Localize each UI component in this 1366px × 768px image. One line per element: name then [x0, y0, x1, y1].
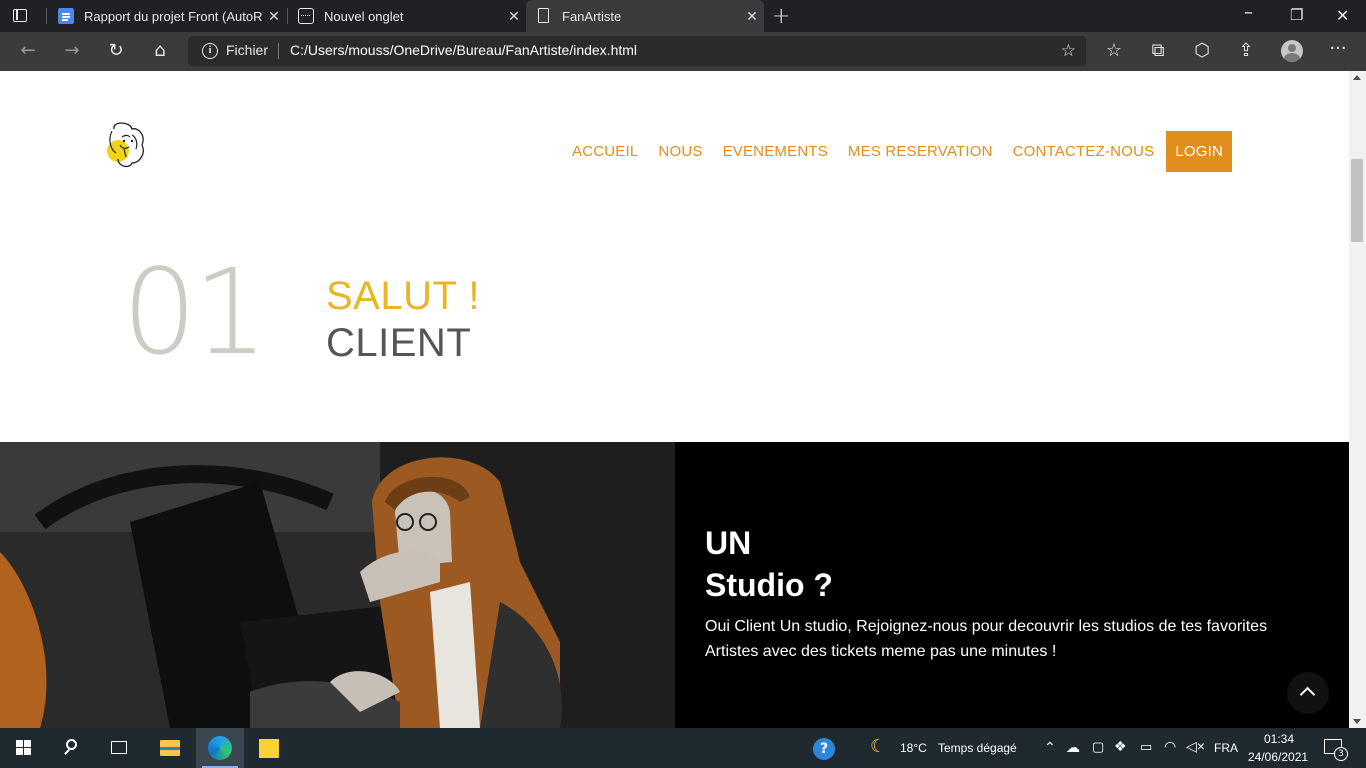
nav-mes-reservation[interactable]: MES RESERVATION [848, 143, 993, 160]
address-scheme-label: Fichier [226, 42, 269, 58]
edge-taskbar-button[interactable] [196, 728, 244, 768]
browser-toolbar: ← → ↻ ⌂ i Fichier C:/Users/mouss/OneDriv… [0, 32, 1366, 71]
tab-rapport[interactable]: Rapport du projet Front (AutoRe ✕ [48, 0, 286, 32]
address-url[interactable]: C:/Users/mouss/OneDrive/Bureau/FanArtist… [290, 42, 637, 58]
profile-avatar[interactable] [1281, 40, 1303, 62]
client-heading: CLIENT [326, 321, 472, 365]
task-view-button[interactable] [96, 728, 144, 768]
chevron-up-icon [1299, 686, 1316, 703]
tab-title: FanArtiste [562, 8, 622, 24]
volume-muted-icon[interactable]: ◁× [1186, 738, 1205, 755]
task-view-icon [111, 741, 127, 754]
close-window-icon[interactable]: ✕ [1336, 6, 1349, 25]
onedrive-warning-icon[interactable]: ☁ [1066, 739, 1080, 756]
close-tab-icon[interactable]: ✕ [740, 8, 764, 25]
login-button[interactable]: LOGIN [1166, 131, 1232, 172]
address-bar[interactable]: i Fichier C:/Users/mouss/OneDrive/Bureau… [188, 36, 1086, 66]
tab-actions-icon[interactable] [10, 7, 30, 25]
scroll-up-icon[interactable] [1353, 75, 1361, 80]
tab-separator [46, 8, 47, 24]
tab-title: Nouvel onglet [324, 8, 404, 24]
scroll-down-icon[interactable] [1353, 719, 1361, 724]
browser-tab-bar: Rapport du projet Front (AutoRe ✕ Nouvel… [0, 0, 1366, 32]
forward-icon[interactable]: → [60, 40, 84, 61]
page-viewport: ACCUEIL NOUS EVENEMENTS MES RESERVATION … [0, 71, 1366, 728]
edge-icon [208, 736, 232, 760]
back-to-top-button[interactable] [1287, 672, 1329, 714]
tab-nouvel-onglet[interactable]: Nouvel onglet ✕ [288, 0, 526, 32]
minimize-icon[interactable]: – [1244, 2, 1253, 23]
dropbox-icon[interactable]: ❖ [1114, 738, 1127, 755]
fanartiste-logo[interactable] [104, 119, 148, 171]
restore-icon[interactable]: ❐ [1290, 6, 1303, 24]
new-tab-page-icon [298, 8, 314, 24]
search-button[interactable] [48, 728, 96, 768]
google-docs-icon [58, 8, 74, 24]
tab-title: Rapport du projet Front (AutoRe [84, 8, 262, 24]
file-page-icon [536, 8, 552, 24]
clock-time[interactable]: 01:34 [1264, 732, 1294, 746]
sticky-notes-button[interactable] [246, 728, 294, 768]
more-menu-icon[interactable]: ··· [1326, 38, 1350, 59]
nav-contactez-nous[interactable]: CONTACTEZ-NOUS [1013, 143, 1155, 160]
home-icon[interactable]: ⌂ [148, 40, 172, 61]
refresh-icon[interactable]: ↻ [104, 40, 128, 61]
scrollbar-thumb[interactable] [1351, 159, 1363, 242]
collections-icon[interactable]: ⧉ [1146, 40, 1170, 61]
studio-title-line2: Studio ? [705, 567, 833, 603]
wifi-icon[interactable]: ◠ [1164, 738, 1176, 755]
page-scrollbar[interactable] [1349, 71, 1366, 728]
studio-title: UN Studio ? [705, 522, 833, 606]
close-tab-icon[interactable]: ✕ [502, 8, 526, 25]
help-icon[interactable]: ? [813, 738, 835, 760]
tab-fanartiste[interactable]: FanArtiste ✕ [526, 0, 764, 32]
weather-temperature[interactable]: 18°C [900, 741, 927, 755]
new-tab-button[interactable]: + [772, 4, 790, 29]
close-tab-icon[interactable]: ✕ [262, 8, 286, 25]
intro-section: 01 SALUT ! CLIENT [0, 231, 1349, 442]
battery-icon[interactable]: ▭ [1140, 739, 1152, 755]
studio-title-line1: UN [705, 525, 752, 561]
address-separator [278, 43, 279, 59]
windows-taskbar: ? ☾ 18°C Temps dégagé ⌃ ☁ ▢ ❖ ▭ ◠ ◁× FRA… [0, 728, 1366, 768]
nav-evenements[interactable]: EVENEMENTS [723, 143, 828, 160]
nav-nous[interactable]: NOUS [658, 143, 702, 160]
windows-icon [16, 740, 32, 756]
start-button[interactable] [0, 728, 48, 768]
main-nav: ACCUEIL NOUS EVENEMENTS MES RESERVATION … [552, 130, 1232, 173]
extension-icon[interactable]: ⬡ [1190, 40, 1214, 61]
language-indicator[interactable]: FRA [1214, 741, 1238, 755]
greeting-heading: SALUT ! [326, 274, 480, 318]
studio-photo [0, 442, 675, 728]
meet-now-icon[interactable]: ▢ [1092, 739, 1104, 755]
info-icon[interactable]: i [202, 43, 218, 59]
back-icon[interactable]: ← [16, 40, 40, 61]
show-hidden-icons-icon[interactable]: ⌃ [1044, 739, 1056, 756]
moon-weather-icon: ☾ [870, 736, 887, 757]
studio-description: Oui Client Un studio, Rejoignez-nous pou… [705, 618, 1268, 660]
site-header: ACCUEIL NOUS EVENEMENTS MES RESERVATION … [0, 71, 1349, 231]
file-explorer-button[interactable] [146, 728, 194, 768]
clock-date[interactable]: 24/06/2021 [1248, 750, 1308, 764]
add-favorite-icon[interactable]: ☆ [1061, 41, 1076, 61]
favorites-icon[interactable]: ☆ [1102, 40, 1126, 61]
nav-accueil[interactable]: ACCUEIL [572, 143, 638, 160]
weather-description[interactable]: Temps dégagé [938, 741, 1017, 755]
share-icon[interactable]: ⇪ [1234, 40, 1258, 61]
section-number: 01 [122, 243, 268, 381]
studio-section: UN Studio ? Oui Client Un studio, Rejoig… [0, 442, 1349, 728]
sticky-notes-icon [259, 739, 279, 758]
notification-count-badge: 3 [1334, 747, 1348, 761]
